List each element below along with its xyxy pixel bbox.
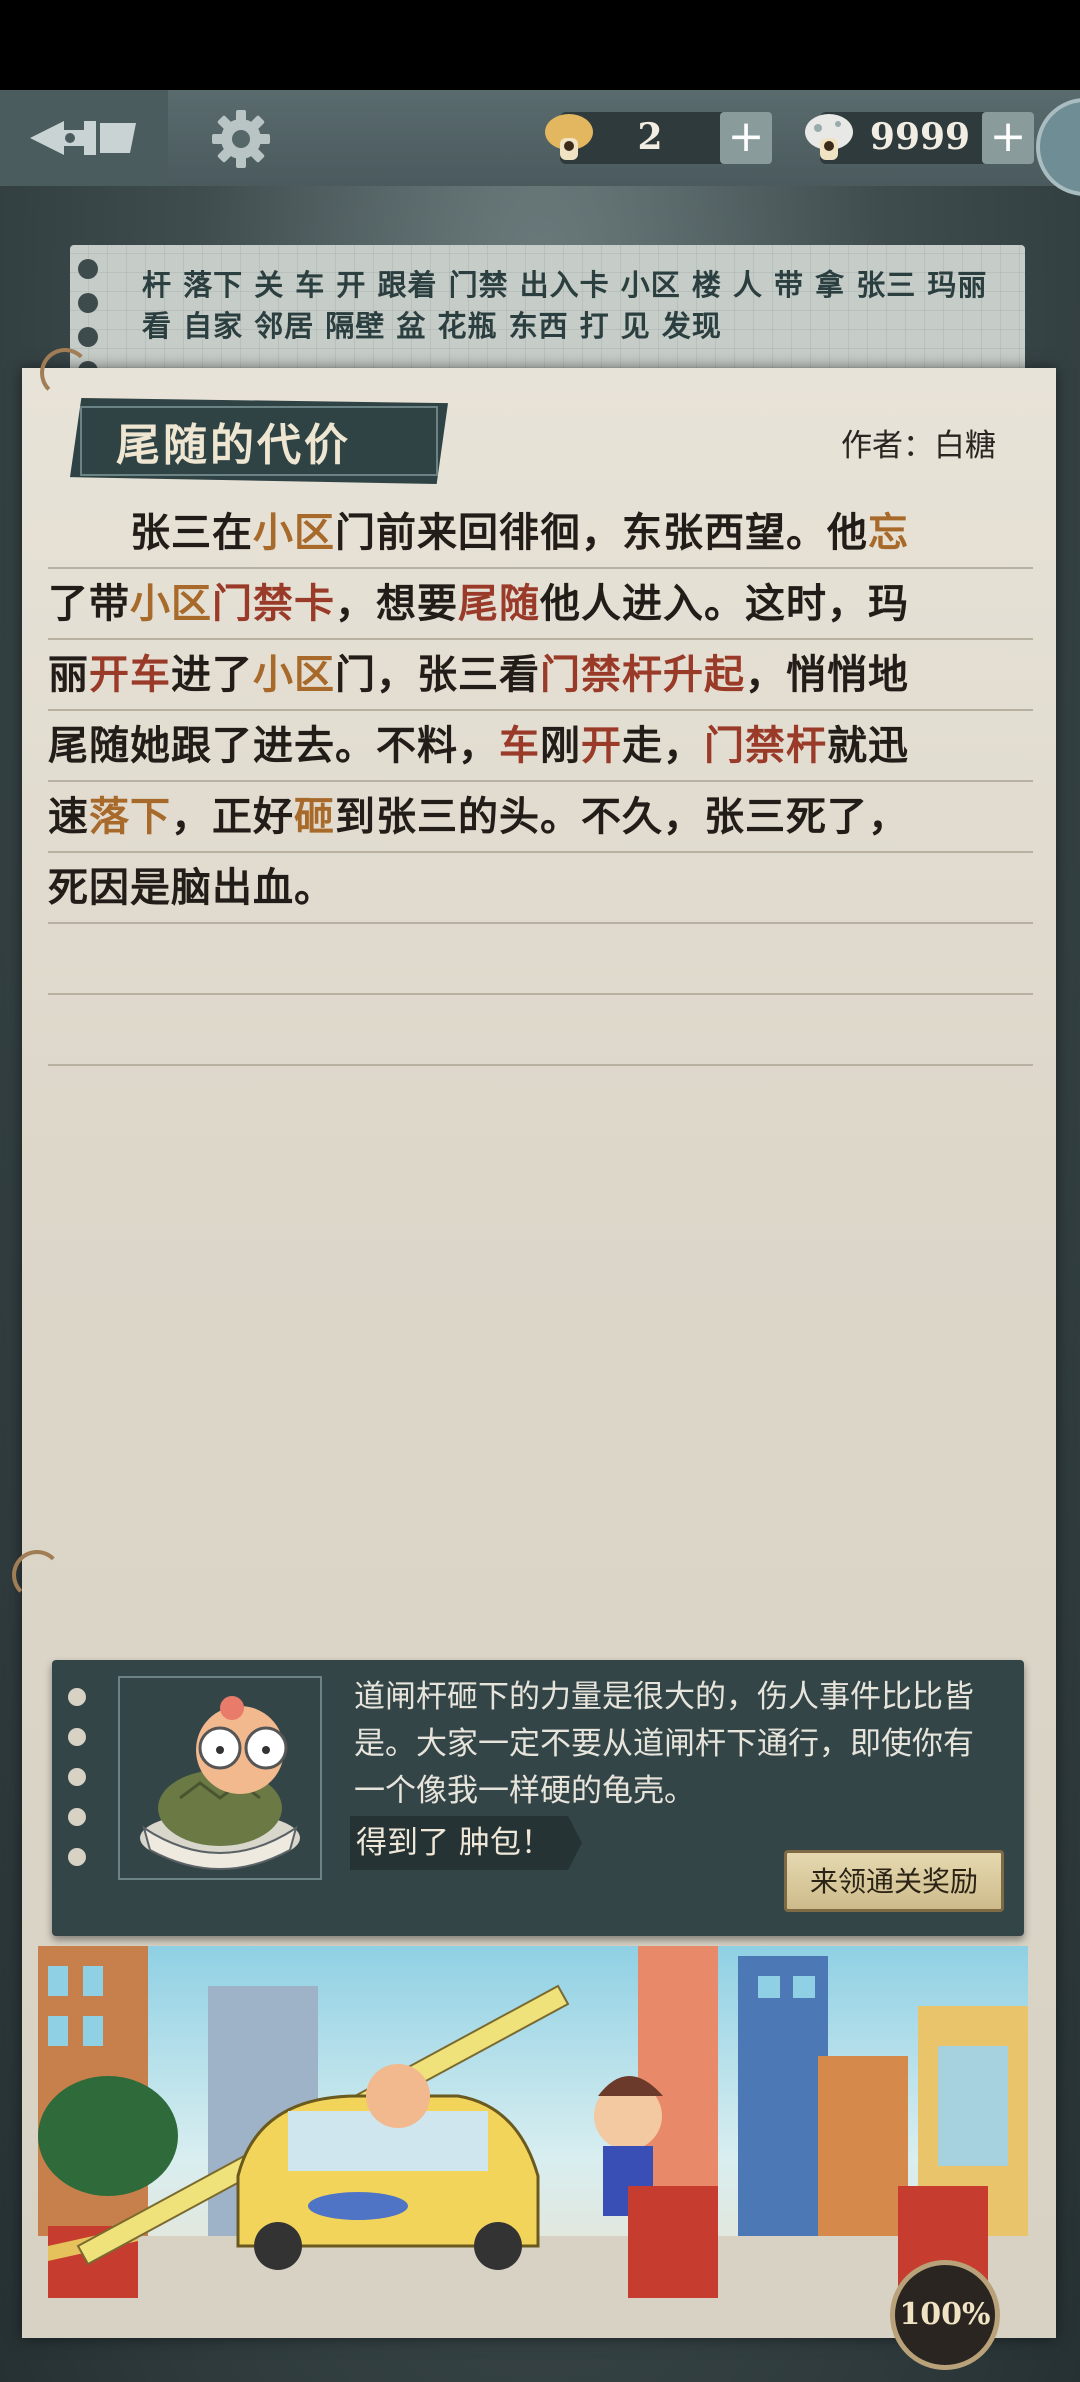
- settings-button[interactable]: [210, 108, 272, 170]
- reward-got-label: 得到了 肿包！: [350, 1816, 582, 1870]
- keyword-line-1: 杆 落下 关 车 开 跟着 门禁 出入卡 小区 楼 人 带 拿 张三 玛丽: [142, 268, 988, 302]
- story-segment: ，正好: [171, 793, 294, 840]
- keyword-line-2: 看 自家 邻居 隔壁 盆 花瓶 东西 打 见 发现: [142, 309, 722, 343]
- story-line: 速落下，正好砸到张三的头。不久，张三死了，: [48, 782, 1033, 853]
- mushroom-icon: [545, 114, 593, 160]
- story-keyword: 小区: [253, 651, 335, 698]
- story-segment: 速: [48, 793, 89, 840]
- add-currency-1-button[interactable]: +: [720, 112, 772, 164]
- author-label: 作者：白糖: [841, 428, 996, 464]
- currency-1: 2 +: [545, 112, 772, 164]
- add-currency-2-button[interactable]: +: [982, 112, 1034, 164]
- story-keyword: 门禁卡: [212, 580, 335, 627]
- gear-icon: [212, 110, 270, 168]
- story-line: 张三在小区门前来回徘徊，东张西望。他忘: [48, 498, 1033, 569]
- story-segment: ，想要: [335, 580, 458, 627]
- completion-badge: 100%: [890, 2260, 1000, 2370]
- story-line: 死因是脑出血。: [48, 853, 1033, 924]
- ring-clip: [12, 1550, 62, 1600]
- story-keyword: 门禁杆升起: [540, 651, 745, 698]
- story-segment: 进了: [171, 651, 253, 698]
- story-segment: 死因是脑出血。: [48, 864, 335, 911]
- story-keyword: 尾随: [458, 580, 540, 627]
- story-keyword: 忘: [868, 509, 909, 556]
- story-line: 尾随她跟了进去。不料，车刚开走，门禁杆就迅: [48, 711, 1033, 782]
- story-line: 了带小区门禁卡，想要尾随他人进入。这时，玛: [48, 569, 1033, 640]
- story-line: 丽开车进了小区门，张三看门禁杆升起，悄悄地: [48, 640, 1033, 711]
- ending-illustration: [38, 1946, 1028, 2298]
- story-keyword: 小区: [130, 580, 212, 627]
- mushroom-spotted-icon: [805, 114, 853, 160]
- story-segment: 到张三的头。不久，张三死了，: [335, 793, 909, 840]
- story-segment: 了带: [48, 580, 130, 627]
- ring-clip: [40, 348, 90, 398]
- title-banner: 尾随的代价: [70, 398, 448, 484]
- claim-reward-button[interactable]: 来领通关奖励: [784, 1850, 1004, 1912]
- story-keyword: 落下: [89, 793, 171, 840]
- keyword-list: 杆 落下 关 车 开 跟着 门禁 出入卡 小区 楼 人 带 拿 张三 玛丽 看 …: [142, 265, 1002, 347]
- story-keyword: 开车: [89, 651, 171, 698]
- card-holes: [68, 1688, 86, 1888]
- story-title: 尾随的代价: [116, 420, 351, 471]
- street-scene-illustration: [38, 1946, 1028, 2298]
- game-screen: 2 + 9999 + 杆 落下 关 车 开 跟着 门禁 出入卡 小区 楼 人 带…: [0, 90, 1080, 2382]
- top-bar: 2 + 9999 +: [0, 90, 1080, 196]
- story-segment: 门前来回徘徊，东张西望。他: [335, 509, 868, 556]
- story-keyword: 车: [499, 722, 540, 769]
- story-segment: 刚: [540, 722, 581, 769]
- story-segment: 尾随她跟了进去。不料，: [48, 722, 499, 769]
- turtle-mascot-icon: [140, 1696, 300, 1870]
- back-button[interactable]: [0, 90, 168, 186]
- back-arrow-icon: [30, 121, 136, 155]
- reward-message: 道闸杆砸下的力量是很大的，伤人事件比比皆是。大家一定不要从道闸杆下通行，即使你有…: [354, 1679, 974, 1809]
- story-keyword: 砸: [294, 793, 335, 840]
- story-keyword: 门禁杆: [704, 722, 827, 769]
- story-segment: 就迅: [827, 722, 909, 769]
- currency-1-value: 2: [637, 116, 663, 158]
- story-segment: 门，张三看: [335, 651, 540, 698]
- story-keyword: 开: [581, 722, 622, 769]
- currency-2: 9999 +: [805, 112, 1034, 164]
- story-segment: 走，: [622, 722, 704, 769]
- compass-button[interactable]: [1036, 98, 1080, 196]
- reward-card: 道闸杆砸下的力量是很大的，伤人事件比比皆是。大家一定不要从道闸杆下通行，即使你有…: [52, 1660, 1024, 1936]
- status-bar: [0, 0, 1080, 90]
- story-text: 张三在小区门前来回徘徊，东张西望。他忘 了带小区门禁卡，想要尾随他人进入。这时，玛…: [48, 498, 1033, 1066]
- turtle-frame: [118, 1676, 322, 1880]
- story-segment: 张三在: [48, 509, 253, 556]
- story-line: [48, 995, 1033, 1066]
- story-segment: 他人进入。这时，玛: [540, 580, 909, 627]
- story-line: [48, 924, 1033, 995]
- story-segment: 丽: [48, 651, 89, 698]
- story-segment: ，悄悄地: [745, 651, 909, 698]
- currency-2-value: 9999: [869, 116, 971, 158]
- story-keyword: 小区: [253, 509, 335, 556]
